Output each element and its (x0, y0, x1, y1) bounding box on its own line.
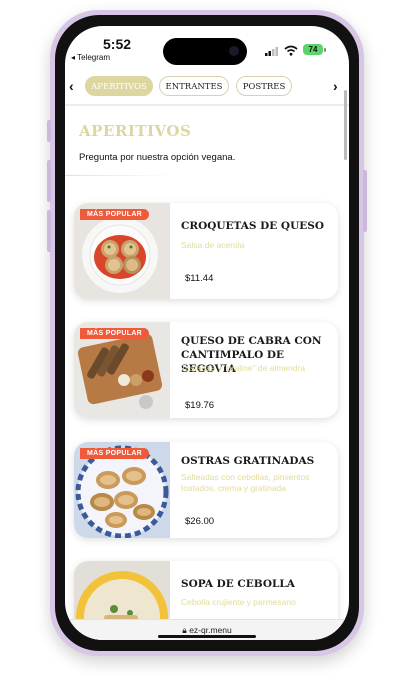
item-price: $19.76 (185, 400, 215, 411)
menu-item-card[interactable]: MÁS POPULAR OSTRAS GRATINADAS Salteadas … (74, 442, 338, 538)
mute-switch (47, 120, 51, 142)
battery-icon: 74 (303, 44, 323, 55)
section-description: Pregunta por nuestra opción vegana. (79, 152, 236, 163)
ostras-image: MÁS POPULAR (74, 442, 170, 538)
dynamic-island (163, 38, 247, 65)
popular-badge: MÁS POPULAR (80, 448, 150, 459)
screen: 5:52 ◂ Telegram 74 ‹ APERITIVOS ENTRANTE… (65, 26, 349, 640)
menu-item-card[interactable]: MÁS POPULAR CROQUETAS DE QUESO Salsa de … (74, 203, 338, 299)
section-title: APERITIVOS (79, 122, 192, 140)
wifi-icon (284, 45, 298, 56)
url-text: ez-qr.menu (189, 625, 232, 635)
cellular-signal-icon (265, 47, 278, 56)
status-bar: 5:52 ◂ Telegram 74 (65, 26, 349, 70)
queso-de-cabra-image: MÁS POPULAR (74, 322, 170, 418)
tab-aperitivos[interactable]: APERITIVOS (85, 76, 153, 96)
item-name: OSTRAS GRATINADAS (181, 455, 315, 467)
back-to-app-link[interactable]: ◂ Telegram (71, 53, 110, 62)
menu-item-card[interactable]: MÁS POPULAR QUESO DE CABRA CON CANTIMPAL… (74, 322, 338, 418)
popular-badge: MÁS POPULAR (80, 328, 150, 339)
item-price: $26.00 (185, 516, 215, 527)
lock-icon: 🔒︎ (182, 625, 187, 635)
item-name: SOPA DE CEBOLLA (181, 578, 295, 590)
tab-entrantes[interactable]: ENTRANTES (159, 76, 229, 96)
power-button (363, 170, 367, 232)
status-time: 5:52 (103, 36, 132, 52)
camera-icon (229, 46, 239, 56)
chevron-left-icon[interactable]: ‹ (69, 78, 74, 94)
item-description: Salsa de acerola (181, 240, 245, 250)
popular-badge: MÁS POPULAR (80, 209, 150, 220)
item-price: $11.44 (185, 273, 214, 284)
scrollbar[interactable] (344, 90, 347, 160)
croquetas-image: MÁS POPULAR (74, 203, 170, 299)
battery-tip (324, 48, 326, 52)
volume-up-button (47, 160, 51, 202)
tab-postres[interactable]: POSTRES (236, 76, 292, 96)
volume-down-button (47, 210, 51, 252)
chevron-right-icon[interactable]: › (333, 78, 338, 94)
home-indicator[interactable] (158, 635, 256, 638)
item-description: Tostadas y "praline" de almendra (181, 363, 306, 373)
category-tabs: ‹ APERITIVOS ENTRANTES POSTRES › (65, 72, 349, 106)
item-name: CROQUETAS DE QUESO (181, 220, 324, 232)
item-description: Cebolla crujiente y parmesano (181, 597, 296, 607)
section-divider (65, 175, 175, 176)
item-description: Salteadas con cebollas, pimientos tostad… (181, 472, 310, 493)
phone-frame: 5:52 ◂ Telegram 74 ‹ APERITIVOS ENTRANTE… (47, 10, 367, 656)
